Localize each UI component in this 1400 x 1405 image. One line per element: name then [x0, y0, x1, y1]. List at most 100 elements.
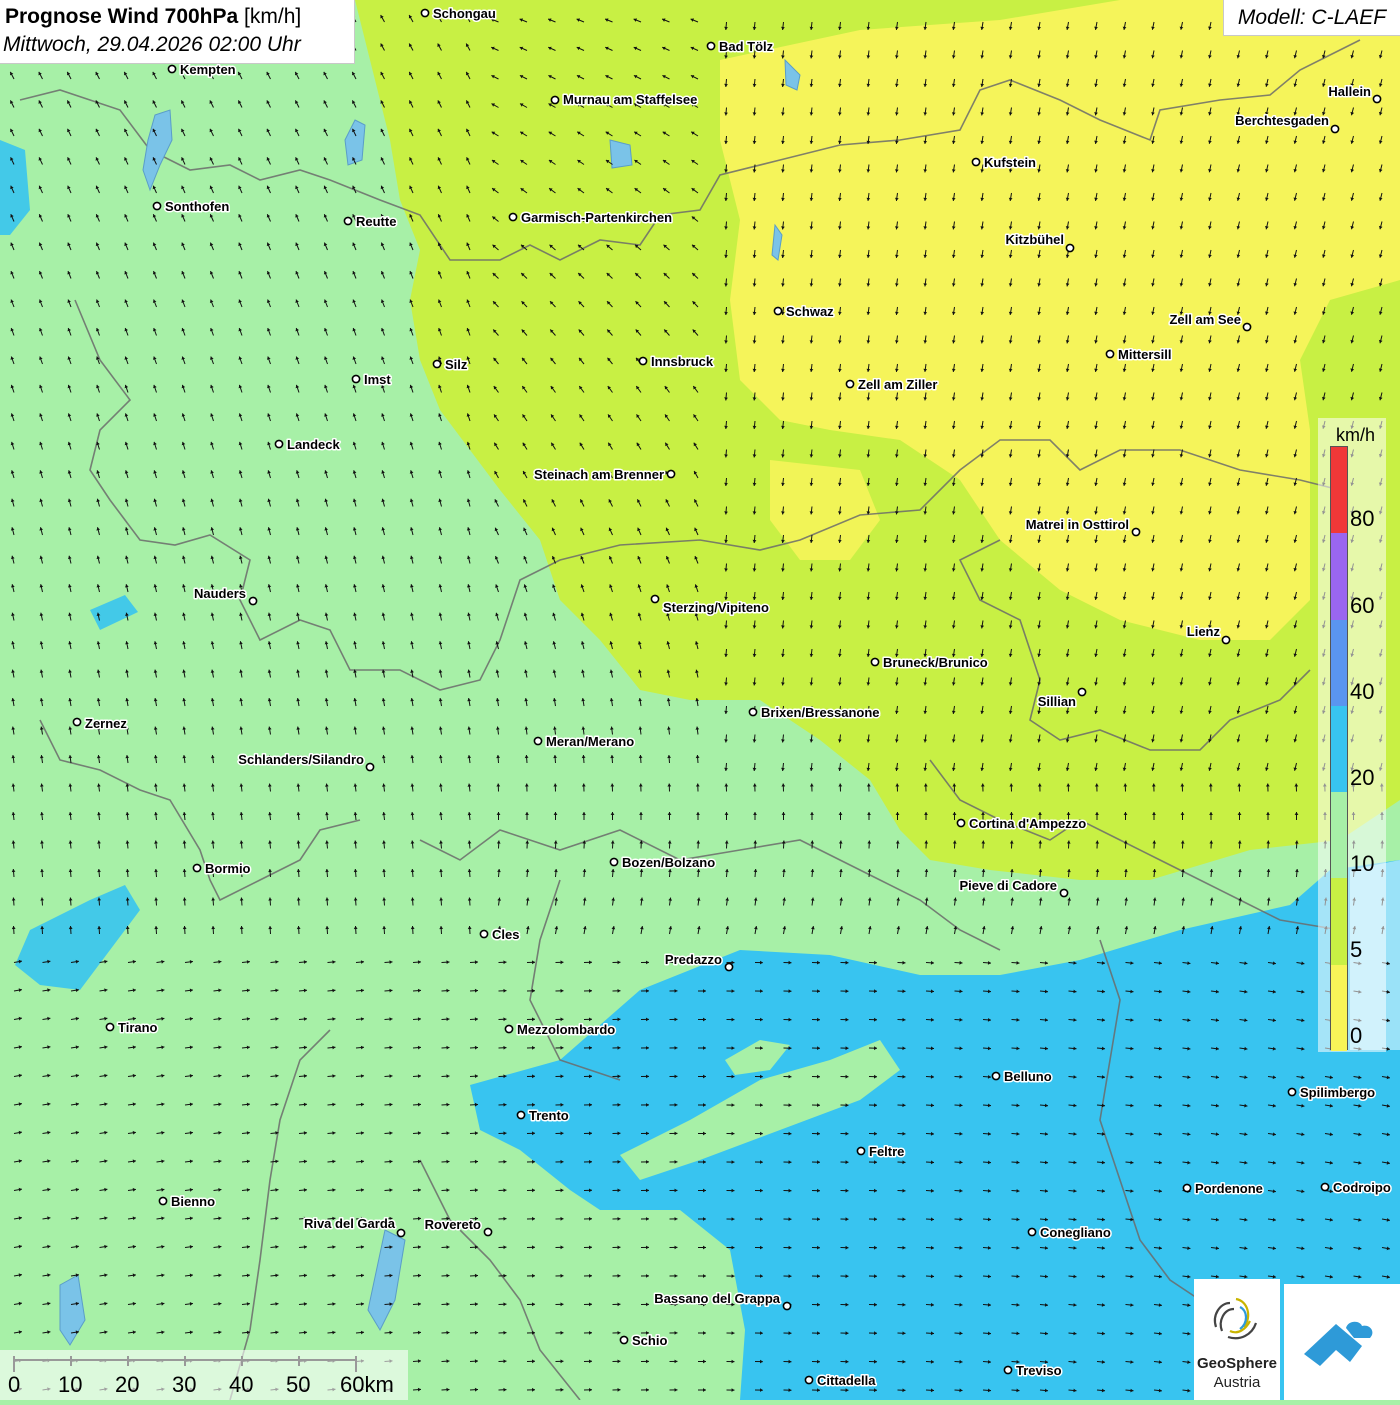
city-marker: [159, 1197, 166, 1204]
legend-tick-label: 40: [1350, 679, 1374, 705]
app-logo: [1284, 1284, 1400, 1400]
city-marker: [73, 718, 80, 725]
city-label: Steinach am Brenner: [534, 467, 664, 482]
city-marker: [517, 1111, 524, 1118]
city-marker: [1288, 1088, 1295, 1095]
city-label: Hallein: [1328, 84, 1371, 99]
city-marker: [534, 737, 541, 744]
model-label: Modell: C-LAEF: [1223, 0, 1400, 36]
city-label: Imst: [364, 372, 391, 387]
city-marker: [610, 858, 617, 865]
city-label: Cortina d'Ampezzo: [969, 816, 1086, 831]
scalebar-label: 30: [172, 1372, 196, 1398]
city-marker: [639, 357, 646, 364]
scalebar-label: 40: [229, 1372, 253, 1398]
city-marker: [397, 1229, 404, 1236]
city-marker: [275, 440, 282, 447]
city-label: Treviso: [1016, 1363, 1062, 1378]
city-marker: [1183, 1184, 1190, 1191]
legend-segment: [1331, 533, 1347, 620]
mountain-cloud-icon: [1284, 1284, 1400, 1400]
city-marker: [1132, 528, 1139, 535]
city-label: Matrei in Osttirol: [1026, 517, 1129, 532]
city-label: Cittadella: [817, 1373, 876, 1388]
city-label: Bassano del Grappa: [654, 1291, 780, 1306]
city-label: Kitzbühel: [1006, 232, 1065, 247]
city-marker: [352, 375, 359, 382]
geosphere-emblem-icon: [1194, 1279, 1280, 1359]
city-label: Cles: [492, 927, 519, 942]
legend-tick-label: 10: [1350, 851, 1374, 877]
city-marker: [1222, 636, 1229, 643]
legend-tick-label: 60: [1350, 593, 1374, 619]
city-label: Riva del Garda: [304, 1216, 396, 1231]
city-label: Mezzolombardo: [517, 1022, 615, 1037]
city-marker: [433, 360, 440, 367]
city-marker: [1243, 323, 1250, 330]
city-marker: [480, 930, 487, 937]
legend-tick-label: 80: [1350, 506, 1374, 532]
city-label: Schio: [632, 1333, 667, 1348]
city-marker: [707, 42, 714, 49]
legend-segment: [1331, 792, 1347, 879]
city-label: Schongau: [433, 6, 496, 21]
scalebar-label: 50: [286, 1372, 310, 1398]
city-label: Sterzing/Vipiteno: [663, 600, 769, 615]
city-marker: [505, 1025, 512, 1032]
city-label: Lienz: [1187, 624, 1221, 639]
city-marker: [509, 213, 516, 220]
city-marker: [484, 1228, 491, 1235]
city-marker: [651, 595, 658, 602]
logo-text-line1: GeoSphere: [1194, 1355, 1280, 1372]
legend-segment: [1331, 706, 1347, 793]
city-label: Bozen/Bolzano: [622, 855, 715, 870]
legend-unit: km/h: [1336, 425, 1375, 446]
city-marker: [992, 1072, 999, 1079]
city-label: Kempten: [180, 62, 236, 77]
city-label: Reutte: [356, 214, 396, 229]
city-label: Zell am See: [1169, 312, 1241, 327]
city-label: Pieve di Cadore: [959, 878, 1057, 893]
city-label: Bad Tölz: [719, 39, 774, 54]
city-label: Garmisch-Partenkirchen: [521, 210, 672, 225]
city-marker: [1060, 889, 1067, 896]
city-label: Sillian: [1038, 694, 1076, 709]
scalebar-label: 0: [8, 1372, 20, 1398]
city-label: Predazzo: [665, 952, 722, 967]
city-label: Bormio: [205, 861, 251, 876]
city-marker: [749, 708, 756, 715]
city-label: Sonthofen: [165, 199, 229, 214]
city-label: Murnau am Staffelsee: [563, 92, 697, 107]
scalebar-label: 10: [58, 1372, 82, 1398]
legend-tick-label: 20: [1350, 765, 1374, 791]
city-marker: [805, 1376, 812, 1383]
city-marker: [1078, 688, 1085, 695]
city-marker: [249, 597, 256, 604]
legend-segment: [1331, 965, 1347, 1052]
city-label: Belluno: [1004, 1069, 1052, 1084]
map-title: Prognose Wind 700hPa [km/h]: [5, 5, 301, 29]
city-label: Spilimbergo: [1300, 1085, 1375, 1100]
legend-colorbar: [1330, 446, 1348, 1050]
city-marker: [972, 158, 979, 165]
city-marker: [366, 763, 373, 770]
title-unit: [km/h]: [244, 5, 301, 28]
city-marker: [106, 1023, 113, 1030]
logo-text-line2: Austria: [1194, 1374, 1280, 1391]
city-marker: [1004, 1366, 1011, 1373]
city-marker: [168, 65, 175, 72]
wind-map: Schongau Bad Tölz Kempten Murnau am Staffel…: [0, 0, 1400, 1400]
city-label: Kufstein: [984, 155, 1036, 170]
city-marker: [551, 96, 558, 103]
city-marker: [871, 658, 878, 665]
city-label: Bienno: [171, 1194, 215, 1209]
city-marker: [153, 202, 160, 209]
city-marker: [1028, 1228, 1035, 1235]
city-marker: [1373, 95, 1380, 102]
city-label: Meran/Merano: [546, 734, 634, 749]
city-label: Innsbruck: [651, 354, 714, 369]
title-box: Prognose Wind 700hPa [km/h] Mittwoch, 29…: [0, 0, 355, 64]
scalebar-label: 20: [115, 1372, 139, 1398]
title-main: Prognose Wind 700hPa: [5, 5, 238, 28]
city-label: Codroipo: [1333, 1180, 1391, 1195]
